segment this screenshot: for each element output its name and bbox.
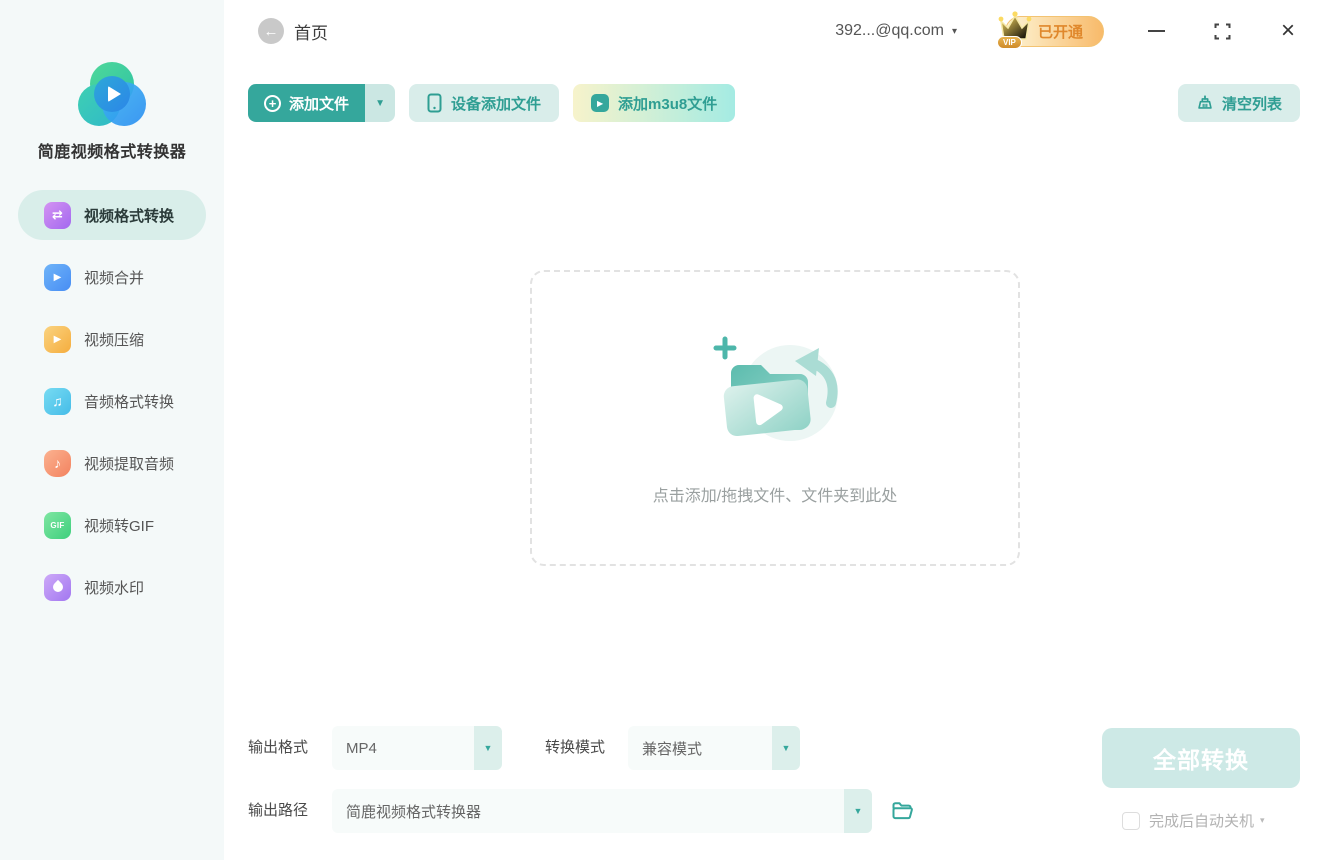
maximize-icon	[1214, 23, 1231, 40]
output-path-input[interactable]: 简鹿视频格式转换器 ▼	[332, 789, 872, 833]
auto-shutdown-label: 完成后自动关机	[1149, 810, 1254, 831]
output-format-label: 输出格式	[248, 726, 308, 770]
main-area: ← 首页 392...@qq.com ▾ 已开通	[224, 0, 1326, 860]
sidebar-item-video-watermark[interactable]: 视频水印	[18, 562, 206, 612]
sidebar-item-label: 视频转GIF	[84, 515, 154, 536]
convert-mode-value: 兼容模式	[628, 738, 772, 759]
convert-mode-label: 转换模式	[545, 726, 605, 770]
vip-badge[interactable]: 已开通 VIP	[1005, 16, 1104, 47]
chevron-down-icon: ▼	[375, 98, 385, 109]
sidebar-item-video-merge[interactable]: ▶ 视频合并	[18, 252, 206, 302]
sidebar-menu: ⇄ 视频格式转换 ▶ 视频合并 ▶ 视频压缩 ♫ 音频格式转换 ♪ 视频提取音频…	[0, 190, 224, 624]
add-m3u8-button[interactable]: ▶ 添加m3u8文件	[573, 84, 735, 122]
chevron-down-icon: ▾	[1260, 815, 1265, 826]
sidebar-item-audio-convert[interactable]: ♫ 音频格式转换	[18, 376, 206, 426]
maximize-button[interactable]	[1212, 21, 1232, 41]
account-dropdown[interactable]: 392...@qq.com ▾	[835, 22, 957, 40]
phone-icon	[427, 93, 442, 113]
extract-audio-icon: ♪	[44, 450, 71, 477]
sidebar-item-label: 视频合并	[84, 267, 144, 288]
back-arrow-icon: ←	[264, 23, 279, 40]
dropzone-hint: 点击添加/拖拽文件、文件夹到此处	[653, 482, 897, 506]
sidebar-item-label: 视频提取音频	[84, 453, 174, 474]
sidebar-item-video-to-gif[interactable]: GIF 视频转GIF	[18, 500, 206, 550]
convert-mode-select[interactable]: 兼容模式 ▼	[628, 726, 800, 770]
clear-list-button[interactable]: 清空列表	[1178, 84, 1300, 122]
watermark-drop-icon	[44, 574, 71, 601]
plus-icon: +	[264, 95, 281, 112]
sidebar-item-video-convert[interactable]: ⇄ 视频格式转换	[18, 190, 206, 240]
m3u8-file-icon: ▶	[591, 94, 609, 112]
auto-shutdown-checkbox[interactable]	[1122, 812, 1140, 830]
video-merge-icon: ▶	[44, 264, 71, 291]
app-logo-icon	[78, 62, 146, 130]
chevron-down-icon: ▼	[474, 726, 502, 770]
chevron-down-icon: ▾	[952, 26, 957, 37]
broom-icon	[1196, 94, 1214, 112]
gif-icon: GIF	[44, 512, 71, 539]
convert-all-button[interactable]: 全部转换	[1102, 728, 1300, 788]
output-format-value: MP4	[332, 740, 474, 757]
add-file-split-button: + 添加文件 ▼	[248, 84, 395, 122]
video-compress-icon: ▶	[44, 326, 71, 353]
sidebar-item-label: 音频格式转换	[84, 391, 174, 412]
auto-shutdown-toggle[interactable]: 完成后自动关机 ▾	[1122, 810, 1265, 831]
video-convert-icon: ⇄	[44, 202, 71, 229]
minimize-icon	[1148, 30, 1165, 32]
add-file-button[interactable]: + 添加文件	[248, 84, 365, 122]
chevron-down-icon: ▼	[772, 726, 800, 770]
account-email: 392...@qq.com	[835, 22, 944, 40]
add-device-file-button[interactable]: 设备添加文件	[409, 84, 559, 122]
add-file-dropdown-button[interactable]: ▼	[365, 84, 395, 122]
sidebar: 简鹿视频格式转换器 ⇄ 视频格式转换 ▶ 视频合并 ▶ 视频压缩 ♫ 音频格式转…	[0, 0, 224, 860]
app-window: 简鹿视频格式转换器 ⇄ 视频格式转换 ▶ 视频合并 ▶ 视频压缩 ♫ 音频格式转…	[0, 0, 1326, 860]
convert-all-label: 全部转换	[1153, 741, 1249, 775]
chevron-down-icon: ▼	[844, 789, 872, 833]
page-title: 首页	[294, 19, 328, 44]
minimize-button[interactable]	[1146, 21, 1166, 41]
back-button[interactable]: ←	[258, 18, 284, 44]
app-name: 简鹿视频格式转换器	[0, 138, 224, 162]
sidebar-item-label: 视频格式转换	[84, 205, 174, 226]
audio-convert-icon: ♫	[44, 388, 71, 415]
add-file-label: 添加文件	[289, 93, 349, 114]
topbar: ← 首页 392...@qq.com ▾ 已开通	[224, 0, 1326, 62]
close-button[interactable]: ×	[1278, 21, 1298, 41]
close-icon: ×	[1281, 22, 1295, 40]
sidebar-item-extract-audio[interactable]: ♪ 视频提取音频	[18, 438, 206, 488]
sidebar-item-video-compress[interactable]: ▶ 视频压缩	[18, 314, 206, 364]
clear-list-label: 清空列表	[1222, 93, 1282, 114]
browse-folder-button[interactable]	[890, 799, 914, 823]
add-folder-illustration-icon	[695, 331, 855, 456]
window-controls: ×	[1146, 21, 1298, 41]
sidebar-item-label: 视频水印	[84, 577, 144, 598]
vip-tag: VIP	[997, 36, 1022, 49]
add-m3u8-label: 添加m3u8文件	[618, 93, 717, 114]
sidebar-item-label: 视频压缩	[84, 329, 144, 350]
output-path-value: 简鹿视频格式转换器	[332, 801, 844, 822]
open-folder-icon	[890, 799, 914, 823]
output-path-label: 输出路径	[248, 789, 308, 833]
file-dropzone[interactable]: 点击添加/拖拽文件、文件夹到此处	[530, 270, 1020, 566]
output-format-select[interactable]: MP4 ▼	[332, 726, 502, 770]
add-device-file-label: 设备添加文件	[451, 93, 541, 114]
toolbar: + 添加文件 ▼ 设备添加文件 ▶ 添加m3u8文件	[248, 84, 1300, 122]
